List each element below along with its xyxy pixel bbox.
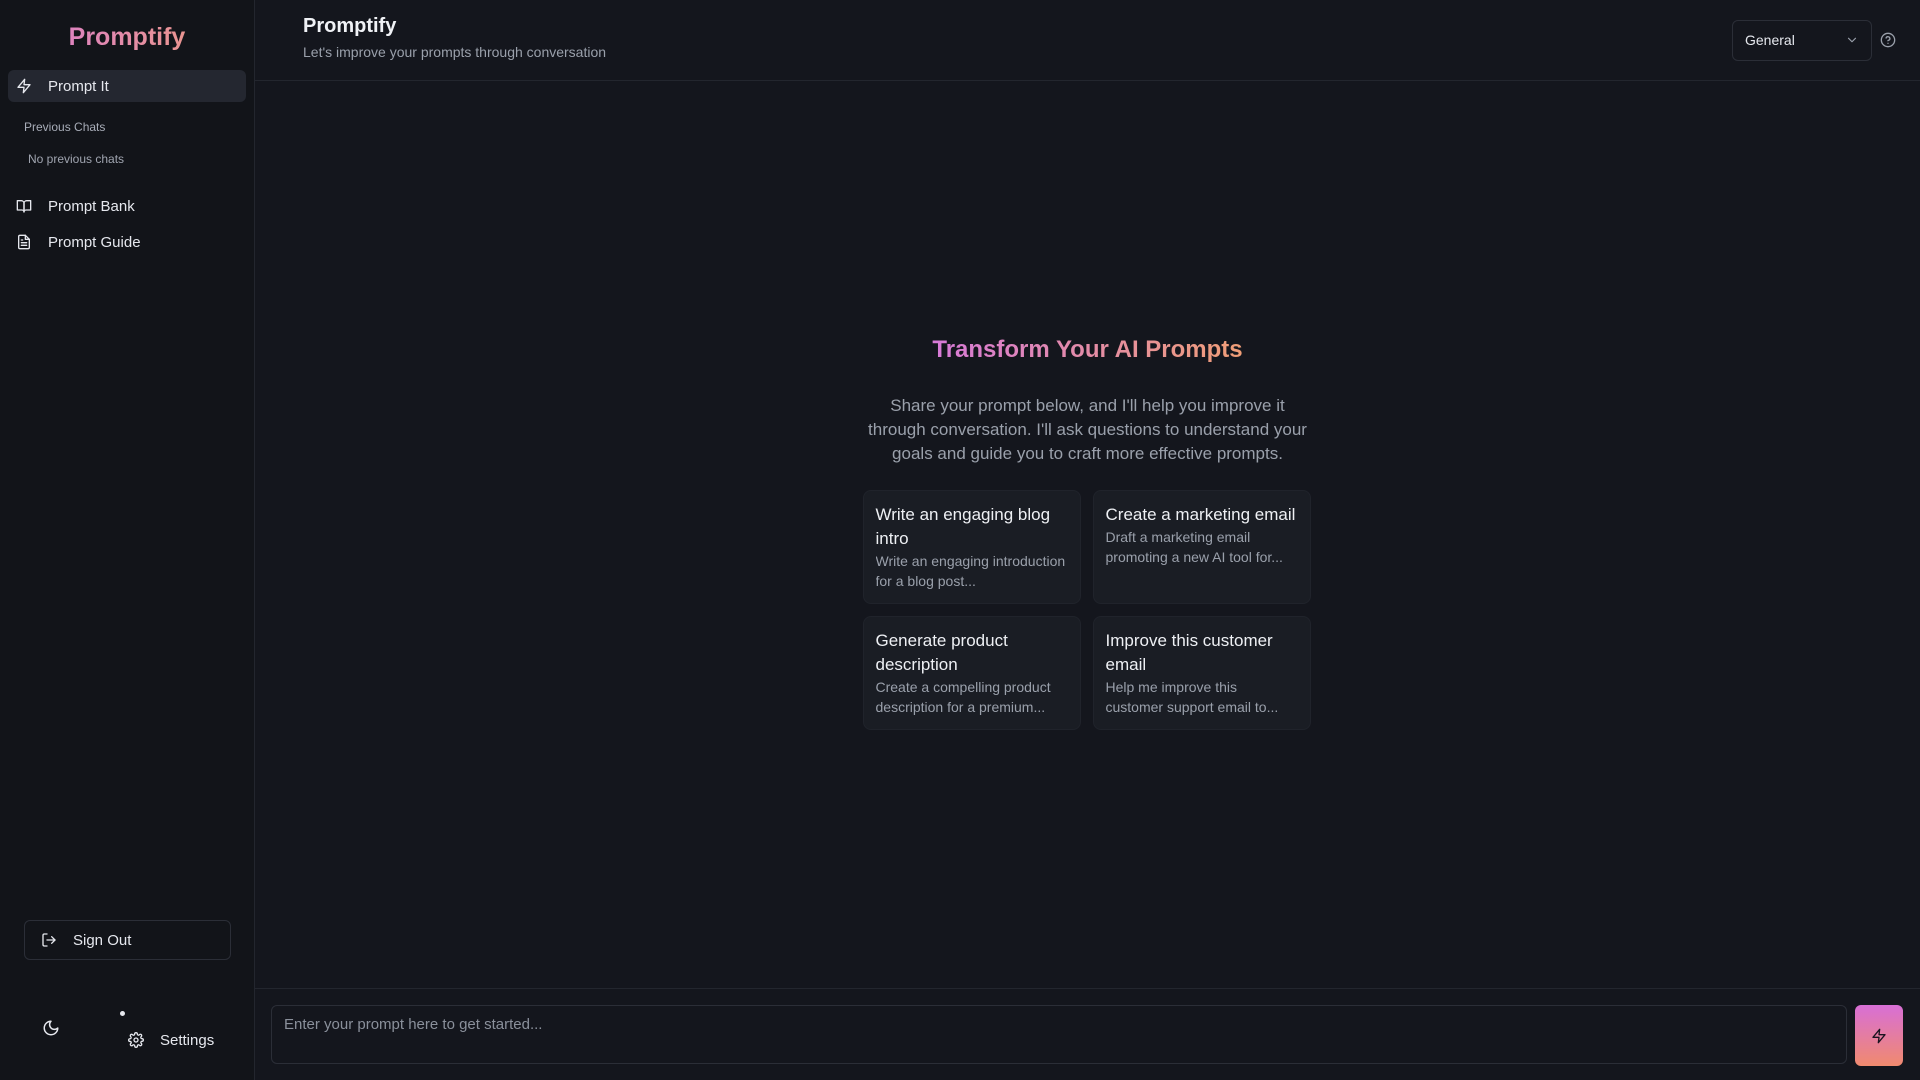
suggestion-card[interactable]: Improve this customer email Help me impr… [1092,616,1311,730]
sidebar-item-prompt-bank[interactable]: Prompt Bank [8,188,246,224]
hero-description: Share your prompt below, and I'll help y… [868,396,1307,463]
suggestion-grid: Write an engaging blog intro Write an en… [862,490,1313,730]
sidebar: Promptify Prompt It Previous Chats No pr… [0,0,255,1080]
suggestion-text: Write an engaging introduction for a blo… [875,553,1066,589]
send-button[interactable] [1855,1005,1903,1066]
top-header: Promptify Let's improve your prompts thr… [255,0,1920,81]
zap-icon [1871,1028,1887,1044]
sidebar-item-label: Prompt Bank [48,197,135,215]
no-previous-chats-text: No previous chats [28,152,125,166]
header-controls: General [1732,19,1896,61]
sign-out-label: Sign Out [73,931,132,949]
main-panel: Promptify Let's improve your prompts thr… [255,0,1920,1080]
header-text: Promptify Let's improve your prompts thr… [303,15,607,60]
log-out-icon [41,932,57,948]
mode-select-value: General [1745,32,1795,48]
suggestion-card[interactable]: Generate product description Create a co… [862,616,1081,730]
moon-icon[interactable] [42,1019,60,1037]
settings-label: Settings [160,1031,215,1049]
gear-icon [128,1032,144,1048]
help-circle-icon[interactable] [1880,32,1896,48]
suggestion-card[interactable]: Create a marketing email Draft a marketi… [1092,490,1311,604]
brand-logo: Promptify [0,0,254,70]
suggestion-title: Improve this customer email [1105,631,1273,674]
suggestion-text: Help me improve this customer support em… [1105,679,1279,715]
sidebar-item-label: Prompt Guide [48,233,141,251]
previous-chats-heading: Previous Chats [24,120,106,134]
suggestion-title: Generate product description [875,631,1008,674]
suggestion-title: Create a marketing email [1105,505,1296,524]
notification-dot [120,1011,125,1016]
sign-out-button[interactable]: Sign Out [24,920,231,960]
book-open-icon [16,198,32,214]
sidebar-item-prompt-guide[interactable]: Prompt Guide [8,224,246,260]
composer-bar [255,988,1920,1080]
suggestion-text: Create a compelling product description … [875,679,1051,715]
welcome-section: Transform Your AI Prompts Share your pro… [255,336,1920,730]
page-subtitle: Let's improve your prompts through conve… [303,43,607,60]
chevron-down-icon [1845,33,1859,47]
mode-select[interactable]: General [1732,19,1872,61]
settings-button[interactable]: Settings [128,1030,214,1050]
file-text-icon [16,234,32,250]
prompt-input[interactable] [271,1005,1847,1064]
hero-title: Transform Your AI Prompts [932,336,1242,370]
page-title: Promptify [303,14,397,37]
suggestion-text: Draft a marketing email promoting a new … [1105,529,1283,565]
sidebar-item-label: Prompt It [48,77,109,95]
app-root: Promptify Prompt It Previous Chats No pr… [0,0,1920,1080]
suggestion-card[interactable]: Write an engaging blog intro Write an en… [862,490,1081,604]
suggestion-title: Write an engaging blog intro [875,505,1051,548]
zap-icon [16,78,32,94]
sidebar-item-prompt-it[interactable]: Prompt It [8,70,246,102]
